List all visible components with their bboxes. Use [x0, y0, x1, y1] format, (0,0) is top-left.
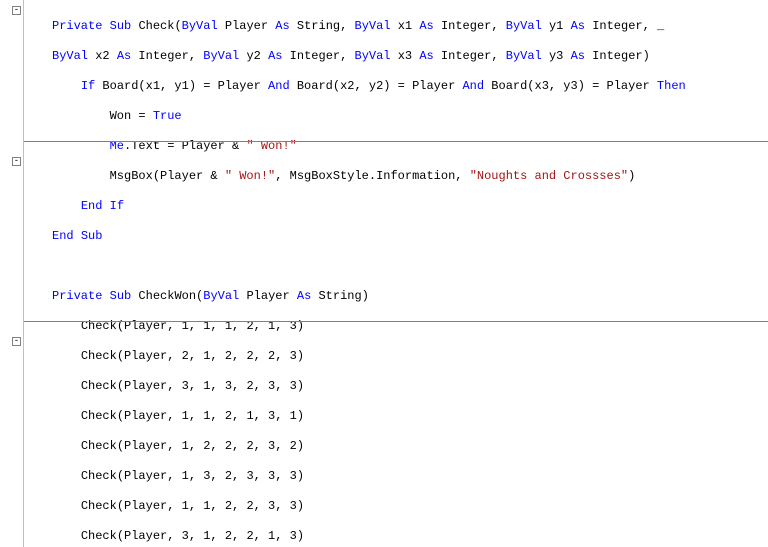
code-line: Check(Player, 1, 3, 2, 3, 3, 3): [24, 469, 768, 484]
code-editor[interactable]: - - - Private Sub Check(ByVal Player As …: [0, 0, 768, 547]
code-line: Check(Player, 2, 1, 2, 2, 2, 3): [24, 349, 768, 364]
separator: [24, 141, 768, 142]
code-line: Private Sub Check(ByVal Player As String…: [24, 19, 768, 34]
code-line: Private Sub CheckWon(ByVal Player As Str…: [24, 289, 768, 304]
code-line: If Board(x1, y1) = Player And Board(x2, …: [24, 79, 768, 94]
blank-line: [24, 259, 768, 274]
code-area[interactable]: Private Sub Check(ByVal Player As String…: [24, 4, 768, 547]
code-line: Check(Player, 1, 1, 2, 2, 3, 3): [24, 499, 768, 514]
fold-icon[interactable]: -: [12, 337, 21, 346]
code-line: End If: [24, 199, 768, 214]
code-line: End Sub: [24, 229, 768, 244]
fold-icon[interactable]: -: [12, 157, 21, 166]
gutter: - - -: [0, 0, 24, 547]
separator: [24, 321, 768, 322]
code-line: ByVal x2 As Integer, ByVal y2 As Integer…: [24, 49, 768, 64]
code-line: Check(Player, 3, 1, 2, 2, 1, 3): [24, 529, 768, 544]
fold-icon[interactable]: -: [12, 6, 21, 15]
code-line: MsgBox(Player & " Won!", MsgBoxStyle.Inf…: [24, 169, 768, 184]
code-line: Won = True: [24, 109, 768, 124]
code-line: Check(Player, 1, 1, 2, 1, 3, 1): [24, 409, 768, 424]
code-line: Check(Player, 1, 2, 2, 2, 3, 2): [24, 439, 768, 454]
code-line: Check(Player, 3, 1, 3, 2, 3, 3): [24, 379, 768, 394]
